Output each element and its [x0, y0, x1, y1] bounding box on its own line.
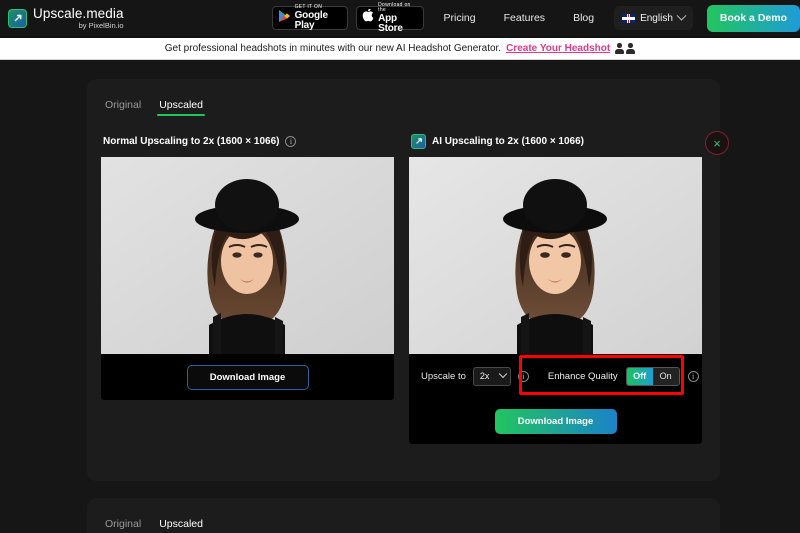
language-label: English: [640, 12, 673, 24]
enhance-toggle-on[interactable]: On: [652, 367, 679, 385]
enhance-quality-group: Enhance Quality Off On i: [547, 366, 699, 386]
tab-original[interactable]: Original: [105, 99, 141, 116]
logo-subtitle: by PixelBin.io: [78, 21, 124, 30]
ai-preview-image: [409, 157, 702, 354]
upscale-factor-select[interactable]: 2x: [472, 366, 511, 386]
nav-item-blog[interactable]: Blog: [573, 12, 594, 24]
next-result-card: Original Upscaled: [87, 498, 720, 533]
close-button[interactable]: ×: [705, 131, 729, 155]
site-header: Upscale.media by PixelBin.io GET IT ON G…: [0, 0, 800, 36]
normal-download-row: Download Image: [101, 354, 394, 400]
info-icon[interactable]: i: [517, 370, 529, 382]
google-play-label: Google Play: [294, 10, 328, 31]
logo[interactable]: Upscale.media by PixelBin.io: [0, 5, 124, 30]
ai-upscaling-panel: AI Upscaling to 2x (1600 × 1066) Upscale…: [409, 132, 702, 444]
announcement-bar: Get professional headshots in minutes wi…: [0, 38, 800, 60]
main-nav: Pricing Features Blog: [444, 12, 595, 24]
google-play-button[interactable]: GET IT ON Google Play: [271, 5, 349, 31]
ai-panel-header: AI Upscaling to 2x (1600 × 1066): [409, 132, 702, 150]
normal-panel-title: Normal Upscaling to 2x (1600 × 1066): [103, 135, 280, 147]
result-tabs: Original Upscaled: [87, 79, 720, 116]
store-badges: GET IT ON Google Play Download on the Ap…: [271, 1, 424, 33]
comparison-panels: Normal Upscaling to 2x (1600 × 1066) i D…: [87, 116, 720, 444]
info-icon[interactable]: i: [285, 135, 297, 147]
enhance-quality-toggle[interactable]: Off On: [625, 366, 680, 386]
ai-panel-box: Upscale to 2x i Enhance Quality Off On i…: [409, 157, 702, 444]
chevron-down-icon: [676, 10, 687, 21]
person-icon: [615, 43, 625, 54]
normal-preview-image: [101, 157, 394, 354]
normal-panel-box: Download Image: [101, 157, 394, 400]
enhance-toggle-off[interactable]: Off: [626, 367, 653, 385]
app-store-label: App Store: [378, 12, 403, 34]
tab-original-2[interactable]: Original: [105, 518, 141, 533]
upscale-arrow-icon: [8, 8, 27, 28]
book-demo-button[interactable]: Book a Demo: [706, 4, 800, 32]
tab-upscaled[interactable]: Upscaled: [157, 99, 205, 116]
upscale-factor-value: 2x: [479, 371, 490, 381]
app-screenshot: Upscale.media by PixelBin.io GET IT ON G…: [0, 0, 800, 533]
normal-panel-header: Normal Upscaling to 2x (1600 × 1066) i: [101, 132, 394, 150]
upscale-result-card: Original Upscaled Normal Upscaling to 2x…: [87, 79, 720, 481]
ai-controls-row: Upscale to 2x i Enhance Quality Off On i: [409, 354, 702, 398]
next-result-tabs: Original Upscaled: [87, 498, 720, 533]
ai-upscale-icon: [411, 133, 426, 149]
ai-panel-title: AI Upscaling to 2x (1600 × 1066): [432, 135, 585, 147]
nav-item-pricing[interactable]: Pricing: [444, 12, 476, 24]
enhance-quality-label: Enhance Quality: [547, 370, 618, 382]
ai-download-row: Download Image: [409, 398, 702, 444]
normal-upscaling-panel: Normal Upscaling to 2x (1600 × 1066) i D…: [101, 132, 394, 444]
app-store-small-label: Download on the: [378, 1, 411, 13]
person-icon: [626, 43, 636, 54]
page-body: Original Upscaled Normal Upscaling to 2x…: [0, 61, 800, 533]
tab-upscaled-2[interactable]: Upscaled: [159, 518, 203, 533]
chevron-down-icon: [498, 369, 508, 379]
info-icon[interactable]: i: [687, 370, 699, 382]
ai-download-button[interactable]: Download Image: [494, 408, 617, 434]
logo-title: Upscale.media: [33, 5, 124, 21]
normal-download-button[interactable]: Download Image: [186, 364, 309, 390]
announcement-text: Get professional headshots in minutes wi…: [164, 43, 502, 54]
language-selector[interactable]: English: [614, 6, 693, 30]
nav-item-features[interactable]: Features: [504, 12, 545, 24]
app-store-button[interactable]: Download on the App Store: [356, 1, 424, 33]
create-headshot-link[interactable]: Create Your Headshot: [506, 43, 610, 54]
google-play-icon: [278, 9, 291, 28]
upscale-to-label: Upscale to: [421, 370, 466, 382]
announcement-icons: [615, 43, 636, 54]
uk-flag-icon: [622, 13, 636, 23]
apple-icon: [362, 7, 374, 28]
